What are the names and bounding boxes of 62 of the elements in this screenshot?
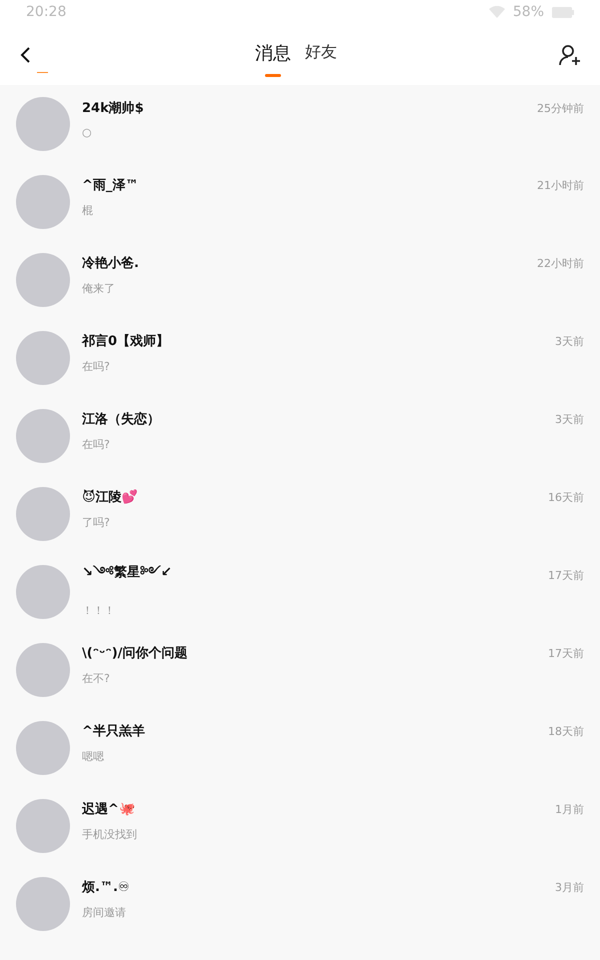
avatar-placeholder <box>16 97 70 151</box>
contact-name: 冷艳小爸. <box>82 255 139 272</box>
avatar-placeholder <box>16 721 70 775</box>
status-time: 20:28 <box>26 4 66 20</box>
conversation-row[interactable]: 迟遇^🐙 1月前 手机没找到 <box>0 787 600 865</box>
message-preview: 在吗? <box>82 359 111 374</box>
avatar-placeholder <box>16 409 70 463</box>
avatar-placeholder <box>16 175 70 229</box>
conversation-row[interactable]: 烦.™.♾ 3月前 房间邀请 <box>0 865 600 943</box>
contact-name: ↘༺繁星༻↙ <box>82 564 172 582</box>
conversation-row[interactable]: 😈江陵💕 16天前 了吗? <box>0 475 600 553</box>
conversation-row[interactable]: ^雨_泽™ 21小时前 棍 <box>0 163 600 241</box>
message-time: 17天前 <box>548 568 584 582</box>
message-time: 22小时前 <box>537 256 584 270</box>
battery-icon <box>552 6 574 18</box>
contact-name: ^半只羔羊 <box>82 723 145 740</box>
message-preview: 棍 <box>82 203 94 218</box>
avatar-placeholder <box>16 331 70 385</box>
contact-name: 😈江陵💕 <box>82 488 138 506</box>
message-time: 17天前 <box>548 646 584 660</box>
message-time: 3天前 <box>555 334 584 348</box>
message-preview: 在不? <box>82 671 111 686</box>
accent-line <box>37 72 48 73</box>
message-preview: 了吗? <box>82 515 111 530</box>
contact-name: \(ᵔᵕᵔ)/问你个问题 <box>82 645 188 662</box>
tab[interactable]: 消息 <box>255 32 291 76</box>
contact-name: 祁言0【戏师】 <box>82 332 170 350</box>
message-preview: ！！！ <box>82 602 116 618</box>
message-preview: 在吗? <box>82 437 111 452</box>
contact-name: ^雨_泽™ <box>82 177 138 194</box>
conversation-row[interactable]: 江洛（失恋） 3天前 在吗? <box>0 397 600 475</box>
conversation-row[interactable]: 冷艳小爸. 22小时前 俺来了 <box>0 241 600 319</box>
message-preview: 俺来了 <box>82 281 116 296</box>
conversation-row[interactable]: ^半只羔羊 18天前 嗯嗯 <box>0 709 600 787</box>
message-preview: 房间邀请 <box>82 905 127 920</box>
avatar-placeholder <box>16 877 70 931</box>
battery-percent: 58% <box>512 4 544 20</box>
message-preview: 嗯嗯 <box>82 749 105 764</box>
tab[interactable]: 好友 <box>305 34 337 75</box>
avatar-placeholder <box>16 253 70 307</box>
avatar-placeholder <box>16 799 70 853</box>
message-time: 18天前 <box>548 724 584 738</box>
conversation-row[interactable]: ↘༺繁星༻↙ 17天前 ！！！ <box>0 553 600 631</box>
avatar-placeholder <box>16 643 70 697</box>
conversation-row[interactable]: 24k潮帅$ 25分钟前 ○ <box>0 85 600 163</box>
conversation-row[interactable]: 祁言0【戏师】 3天前 在吗? <box>0 319 600 397</box>
message-time: 16天前 <box>548 490 584 504</box>
message-preview: 手机没找到 <box>82 827 138 842</box>
contact-name: 江洛（失恋） <box>82 410 160 428</box>
contact-name: 24k潮帅$ <box>82 100 144 117</box>
wifi-icon <box>488 6 505 18</box>
contact-name: 烦.™.♾ <box>82 879 130 896</box>
avatar-placeholder <box>16 565 70 619</box>
message-time: 3月前 <box>555 880 584 894</box>
message-time: 25分钟前 <box>537 100 584 116</box>
message-preview: ○ <box>82 126 93 139</box>
contact-name: 迟遇^🐙 <box>82 801 135 818</box>
avatar-placeholder <box>16 487 70 541</box>
conversation-row[interactable]: \(ᵔᵕᵔ)/问你个问题 17天前 在不? <box>0 631 600 709</box>
message-time: 1月前 <box>555 802 584 816</box>
message-time: 21小时前 <box>537 178 584 192</box>
message-time: 3天前 <box>555 412 584 426</box>
